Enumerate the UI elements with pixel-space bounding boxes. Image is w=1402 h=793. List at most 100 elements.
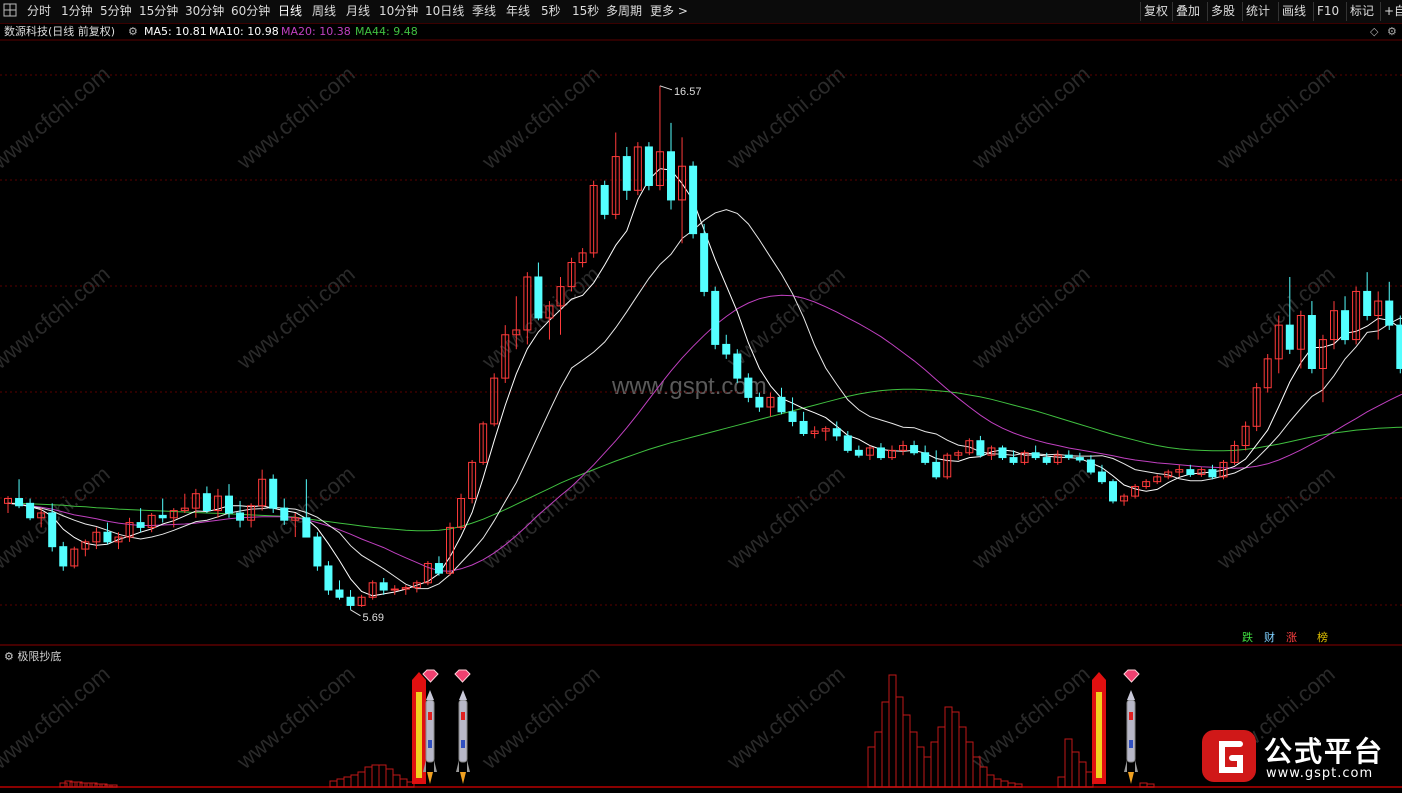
price-chart[interactable]: www.cfchi.com www.cfchi.com www.cfchi.com w…: [0, 0, 1402, 793]
indicator-bar: [392, 774, 401, 788]
watermark-text: www.cfchi.com: [476, 61, 604, 174]
candle-body: [379, 582, 388, 591]
ma20-line: [7, 294, 1402, 572]
watermark-text: www.cfchi.com: [721, 461, 849, 574]
rocket-nose: [1127, 690, 1135, 700]
candle-body: [854, 449, 863, 456]
candle-body: [1396, 324, 1402, 369]
candle-body: [390, 588, 399, 591]
candle-body: [1097, 471, 1106, 483]
candle-body: [1186, 469, 1195, 475]
rocket-nose: [426, 690, 434, 700]
watermark-text: www.cfchi.com: [721, 61, 849, 174]
indicator-bar: [930, 741, 939, 788]
watermark-text: www.cfchi.com: [966, 661, 1094, 774]
rocket-stripe: [1129, 740, 1133, 748]
candle-body: [722, 343, 731, 355]
candle-body: [236, 512, 245, 521]
candle-body: [755, 396, 764, 408]
candle-body: [335, 589, 344, 598]
candle-body: [932, 461, 941, 478]
low-pointer: [350, 609, 361, 617]
low-price-label: 5.69: [363, 612, 384, 624]
candle-body: [832, 428, 841, 437]
candle-body: [788, 411, 797, 422]
rocket-window: [1129, 712, 1133, 720]
rocket-fin: [434, 760, 437, 772]
indicator-bar: [888, 674, 897, 788]
candle-body: [1385, 300, 1394, 326]
watermark-text: www.cfchi.com: [966, 261, 1094, 374]
indicator-bar: [916, 746, 925, 788]
legend-chip-finance[interactable]: 财: [1262, 631, 1277, 645]
indicator-bar: [986, 774, 995, 788]
candle-body: [103, 531, 112, 543]
settings-gear-icon[interactable]: ⚙: [4, 650, 14, 663]
center-watermark: www.gspt.com: [611, 373, 767, 400]
candle-body: [600, 184, 609, 215]
watermark-text: www.cfchi.com: [231, 261, 359, 374]
indicator-bar: [1071, 751, 1080, 788]
candle-body: [202, 493, 211, 512]
rocket-nose: [459, 690, 467, 700]
candle-body: [1285, 324, 1294, 350]
rocket-window: [428, 712, 432, 720]
candle-body: [1086, 459, 1095, 473]
candle-body: [998, 447, 1007, 459]
candle-body: [1109, 481, 1117, 502]
indicator-bar: [1078, 761, 1087, 788]
candle-body: [876, 447, 885, 459]
candle-body: [777, 396, 786, 413]
candle-body: [1042, 457, 1051, 463]
candle-body: [733, 353, 742, 379]
candle-body: [843, 435, 852, 451]
candle-body: [346, 596, 355, 606]
signal-bar-inner: [416, 692, 422, 778]
legend-chip-rank[interactable]: 榜: [1315, 631, 1330, 645]
diamond-icon: [1123, 669, 1140, 683]
indicator-bar: [937, 726, 946, 788]
candle-body: [302, 517, 311, 538]
watermark-text: www.cfchi.com: [476, 661, 604, 774]
candle-body: [136, 522, 145, 528]
candle-body: [1208, 469, 1217, 478]
gspt-logo: 公式平台 www.gspt.com: [1200, 726, 1390, 784]
candle-body: [225, 495, 233, 514]
indicator-bar: [944, 706, 953, 788]
candle-body: [644, 146, 653, 186]
watermark-text: www.cfchi.com: [966, 461, 1094, 574]
candle-body: [976, 440, 985, 456]
watermark-text: www.cfchi.com: [231, 61, 359, 174]
legend-chip-rise[interactable]: 涨: [1284, 631, 1299, 645]
indicator-bar: [958, 726, 967, 788]
candle-body: [689, 165, 698, 235]
rocket-stripe: [461, 740, 465, 748]
indicator-bar: [951, 711, 960, 788]
candle-body: [15, 498, 24, 507]
indicator-bar: [343, 776, 352, 788]
legend-chip-fall[interactable]: 跌: [1240, 631, 1255, 645]
candle-body: [622, 156, 631, 191]
indicator-bar: [881, 701, 890, 788]
rocket-fin: [1124, 760, 1127, 772]
rocket-body: [458, 699, 468, 763]
rocket-body: [425, 699, 435, 763]
rocket-flame: [427, 772, 433, 784]
indicator-title[interactable]: ⚙ 极限抄底: [4, 648, 61, 664]
rocket-body: [1126, 699, 1136, 763]
indicator-bar: [1146, 783, 1155, 788]
indicator-bar: [357, 771, 366, 788]
candle-body: [26, 502, 35, 519]
indicator-bar: [371, 764, 380, 788]
candle-body: [1307, 315, 1316, 369]
logo-url: www.gspt.com: [1266, 766, 1374, 781]
candle-body: [59, 546, 68, 567]
rocket-fin: [467, 760, 470, 772]
high-pointer: [659, 85, 673, 91]
indicator-bar: [874, 731, 883, 788]
watermark-text: www.cfchi.com: [0, 61, 115, 174]
watermark-text: www.cfchi.com: [1211, 461, 1339, 574]
candle-body: [158, 514, 167, 519]
rocket-fin: [456, 760, 459, 772]
high-price-label: 16.57: [674, 86, 702, 98]
